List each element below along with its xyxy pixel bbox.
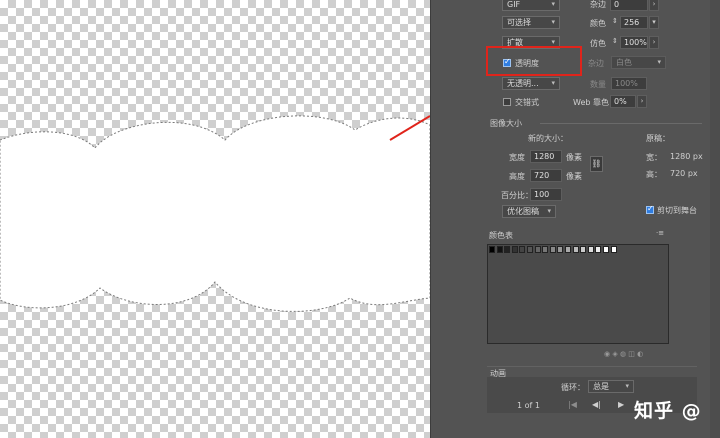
dither-stepper-button[interactable]: › <box>649 36 659 49</box>
transparency-dither-select[interactable]: 无透明... ▾ <box>502 77 560 90</box>
matte-label: 杂边 <box>588 59 604 68</box>
matte-select[interactable]: 白色 ▾ <box>611 56 666 69</box>
web-snap-stepper-button[interactable]: › <box>637 95 647 108</box>
up-down-icon: ⇕ <box>612 37 618 45</box>
clip-to-stage-checkbox[interactable] <box>646 204 654 214</box>
chevron-down-icon: ▾ <box>657 58 661 66</box>
dither-field[interactable]: 100% <box>620 36 648 49</box>
color-swatch[interactable] <box>527 246 533 253</box>
chevron-down-icon: ▾ <box>547 207 551 215</box>
color-swatch[interactable] <box>504 246 511 253</box>
quality-select[interactable]: 优化图稿 ▾ <box>502 205 556 218</box>
percent-field[interactable]: 100 <box>530 188 562 201</box>
bleed-field[interactable]: 0 <box>610 0 648 11</box>
color-swatch[interactable] <box>489 246 495 253</box>
colors-label: 颜色 <box>590 19 606 28</box>
chevron-down-icon: ▾ <box>551 18 555 26</box>
color-swatch[interactable] <box>572 246 579 253</box>
interlace-checkbox[interactable] <box>503 98 511 106</box>
image-size-title: 图像大小 <box>490 119 522 128</box>
color-swatch[interactable] <box>595 246 602 253</box>
width-unit-label: 像素 <box>566 153 582 162</box>
width-label: 宽度 <box>509 153 525 162</box>
height-unit-label: 像素 <box>566 172 582 181</box>
transparency-dither-value: 无透明... <box>507 79 539 88</box>
color-swatch[interactable] <box>603 246 609 253</box>
chevron-down-icon: ▾ <box>551 0 555 8</box>
color-reduction-select[interactable]: 可选择 ▾ <box>502 16 560 29</box>
percent-label: 百分比： <box>501 191 533 200</box>
first-frame-icon[interactable]: |◀ <box>568 400 577 409</box>
color-table[interactable] <box>487 244 669 344</box>
chevron-down-icon: ▾ <box>551 79 555 87</box>
new-size-label: 新的大小： <box>528 134 568 143</box>
amount-label: 数量 <box>590 80 606 89</box>
loop-select[interactable]: 总是 ▾ <box>588 380 634 393</box>
chevron-down-icon: ▾ <box>625 382 629 390</box>
web-snap-label: Web 靠色 <box>573 98 609 107</box>
highlight-annotation-box <box>486 46 582 76</box>
web-snap-field[interactable]: 0% <box>610 95 636 108</box>
bleed-stepper-button[interactable]: › <box>649 0 659 11</box>
loop-value: 总是 <box>593 382 609 391</box>
colors-field[interactable]: 256 <box>620 16 648 29</box>
link-constrain-icon[interactable]: ⛓ <box>590 156 603 172</box>
color-swatch[interactable] <box>496 246 503 253</box>
color-swatch[interactable] <box>565 246 571 253</box>
section-divider <box>487 366 697 367</box>
color-table-title: 颜色表 <box>489 231 513 240</box>
color-reduction-value: 可选择 <box>507 18 531 27</box>
orig-width-value: 1280 px <box>670 152 703 161</box>
dither-label: 仿色 <box>590 39 606 48</box>
color-table-icons[interactable]: ◉ ◈ ◍ ◫ ◐ <box>604 350 643 358</box>
color-swatch[interactable] <box>557 246 564 253</box>
color-swatch[interactable] <box>610 246 617 253</box>
clip-to-stage-label: 剪切到舞台 <box>657 206 697 215</box>
panel-scrollbar[interactable] <box>710 0 720 438</box>
color-swatch[interactable] <box>549 246 556 253</box>
orig-height-label: 高： <box>646 170 662 179</box>
bleed-label: 杂边 <box>590 0 606 9</box>
orig-height-value: 720 px <box>670 169 698 178</box>
section-divider <box>540 123 702 124</box>
watermark-text: 知乎 @ <box>634 400 702 422</box>
color-swatch[interactable] <box>519 246 526 253</box>
format-select[interactable]: GIF ▾ <box>502 0 560 11</box>
color-swatch[interactable] <box>534 246 541 253</box>
panel-menu-icon[interactable]: ⋅≡ <box>656 229 664 237</box>
cloud-shape <box>0 115 430 312</box>
prev-frame-icon[interactable]: ◀| <box>592 400 601 409</box>
artboard-canvas[interactable] <box>0 0 430 438</box>
color-swatch[interactable] <box>511 246 518 253</box>
height-label: 高度 <box>509 172 525 181</box>
quality-value: 优化图稿 <box>507 207 539 216</box>
color-swatch[interactable] <box>580 246 587 253</box>
color-swatch[interactable] <box>587 246 594 253</box>
matte-value: 白色 <box>616 58 632 67</box>
original-label: 原稿： <box>646 134 670 143</box>
interlace-label: 交错式 <box>515 98 539 107</box>
width-field[interactable]: 1280 <box>530 150 562 163</box>
height-field[interactable]: 720 <box>530 169 562 182</box>
frame-counter: 1 of 1 <box>517 401 540 410</box>
colors-dropdown-button[interactable]: ▾ <box>649 16 659 29</box>
color-swatch[interactable] <box>542 246 549 253</box>
orig-width-label: 宽： <box>646 153 662 162</box>
up-down-icon: ⇕ <box>612 17 618 25</box>
loop-label: 循环： <box>561 383 585 392</box>
play-icon[interactable]: ▶ <box>618 400 624 409</box>
amount-field[interactable]: 100% <box>611 77 647 90</box>
format-value: GIF <box>507 0 521 9</box>
